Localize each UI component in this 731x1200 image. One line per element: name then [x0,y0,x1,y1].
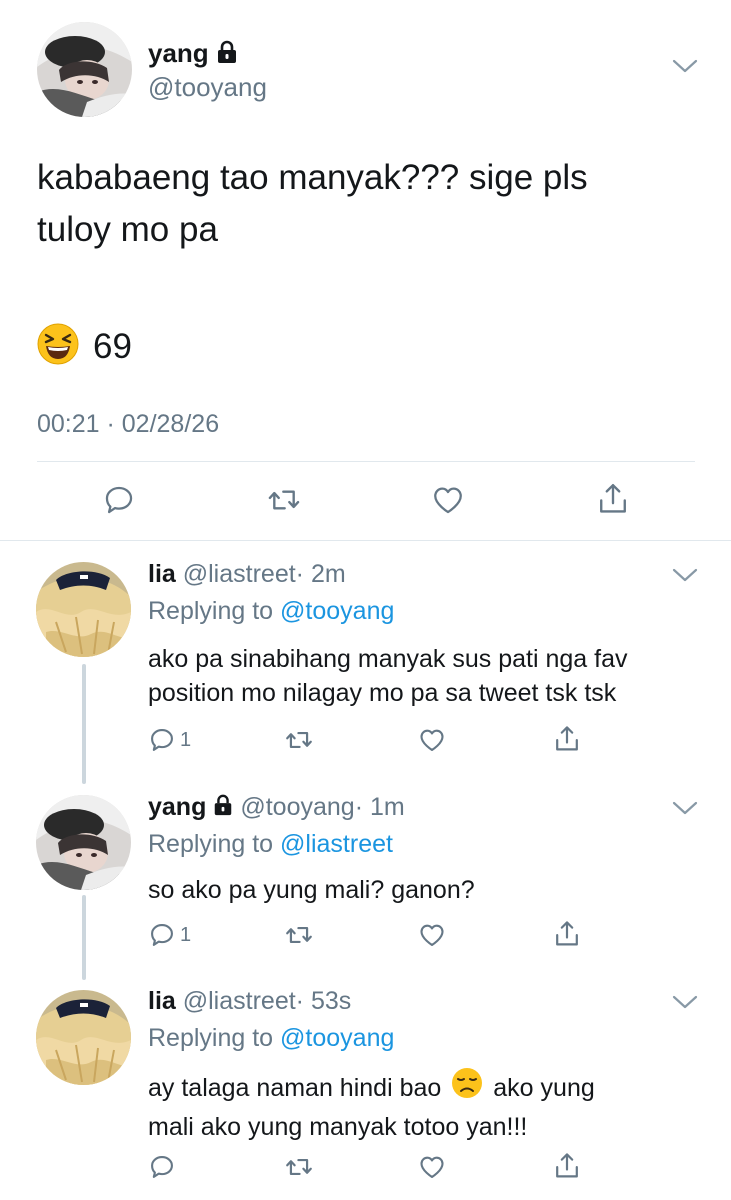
reply-text-segment: ay talaga naman hindi bao [148,1074,442,1102]
chevron-down-icon[interactable] [672,567,698,583]
like-icon[interactable] [417,1153,447,1181]
reaction-count: 69 [93,326,132,366]
thread-line [82,664,86,784]
disappointed-emoji [451,1067,483,1109]
display-name[interactable]: yang [148,793,206,821]
timestamp: · 1m [354,793,405,821]
reply-count: 1 [180,923,192,946]
chevron-down-icon[interactable] [672,994,698,1010]
replying-to: Replying to @tooyang [148,596,394,626]
lock-icon [215,40,239,70]
reply-icon[interactable]: 1 [148,921,191,949]
reply-icon[interactable] [102,483,136,517]
timestamp: · 2m [295,560,346,588]
share-icon[interactable] [596,481,630,517]
divider [0,540,731,541]
reaction-row: 69 [37,323,132,370]
display-name[interactable]: lia [148,987,176,1015]
reply-text-line: position mo nilagay mo pa sa tweet tsk t… [148,679,617,707]
display-name[interactable]: lia [148,560,176,588]
reply-text: so ako pa yung mali? ganon? [148,873,475,907]
replying-to: Replying to @liastreet [148,829,393,859]
main-tweet-text-line: tuloy mo pa [37,210,218,249]
display-name[interactable]: yang [148,38,209,68]
replying-to-label: Replying to [148,1024,274,1052]
reply-icon[interactable]: 1 [148,726,191,754]
reply-avatar[interactable] [36,795,131,890]
like-icon[interactable] [417,921,447,949]
share-icon[interactable] [553,1151,581,1181]
retweet-icon[interactable] [284,1153,314,1181]
main-tweet-handle[interactable]: @tooyang [148,72,267,102]
reply-avatar[interactable] [36,562,131,657]
reply-text-line: so ako pa yung mali? ganon? [148,876,475,904]
reply-text-line: mali ako yung manyak totoo yan!!! [148,1113,528,1141]
thread-line [82,895,86,980]
replying-to-label: Replying to [148,830,274,858]
divider [37,461,695,462]
lock-icon [212,793,234,823]
timestamp: · 53s [295,987,352,1015]
main-tweet-text-line: kababaeng tao manyak??? sige pls [37,158,588,197]
reply-text-segment: ako yung [493,1074,595,1102]
replying-to-label: Replying to [148,597,274,625]
reply-text: ako pa sinabihang manyak sus pati nga fa… [148,642,627,710]
reply-text-line: ako pa sinabihang manyak sus pati nga fa… [148,645,628,673]
main-tweet-avatar[interactable] [37,22,132,117]
reply-header: lia @liastreet· 2m [148,559,346,589]
retweet-icon[interactable] [284,921,314,949]
main-tweet-timestamp: 00:21 · 02/28/26 [37,410,220,438]
handle[interactable]: @liastreet [183,987,296,1015]
reply-icon[interactable] [148,1153,176,1181]
reply-text: ay talaga naman hindi bao ako yung mali … [148,1067,595,1145]
handle[interactable]: @tooyang [240,793,354,821]
like-icon[interactable] [417,726,447,754]
reply-count: 1 [180,728,192,751]
replying-to-handle[interactable]: @tooyang [280,1024,394,1052]
like-icon[interactable] [430,483,466,517]
handle[interactable]: @liastreet [183,560,296,588]
replying-to-handle[interactable]: @tooyang [280,597,394,625]
grinning-squinting-emoji [37,323,79,370]
retweet-icon[interactable] [266,483,302,517]
main-tweet-text: kababaeng tao manyak??? sige pls tuloy m… [37,152,588,256]
reply-header: lia @liastreet· 53s [148,986,351,1016]
share-icon[interactable] [553,919,581,949]
replying-to: Replying to @tooyang [148,1023,394,1053]
retweet-icon[interactable] [284,726,314,754]
chevron-down-icon[interactable] [672,58,698,74]
reply-header: yang @tooyang· 1m [148,792,405,823]
main-tweet-author[interactable]: yang [148,38,239,70]
share-icon[interactable] [553,724,581,754]
reply-avatar[interactable] [36,990,131,1085]
chevron-down-icon[interactable] [672,800,698,816]
replying-to-handle[interactable]: @liastreet [280,830,393,858]
